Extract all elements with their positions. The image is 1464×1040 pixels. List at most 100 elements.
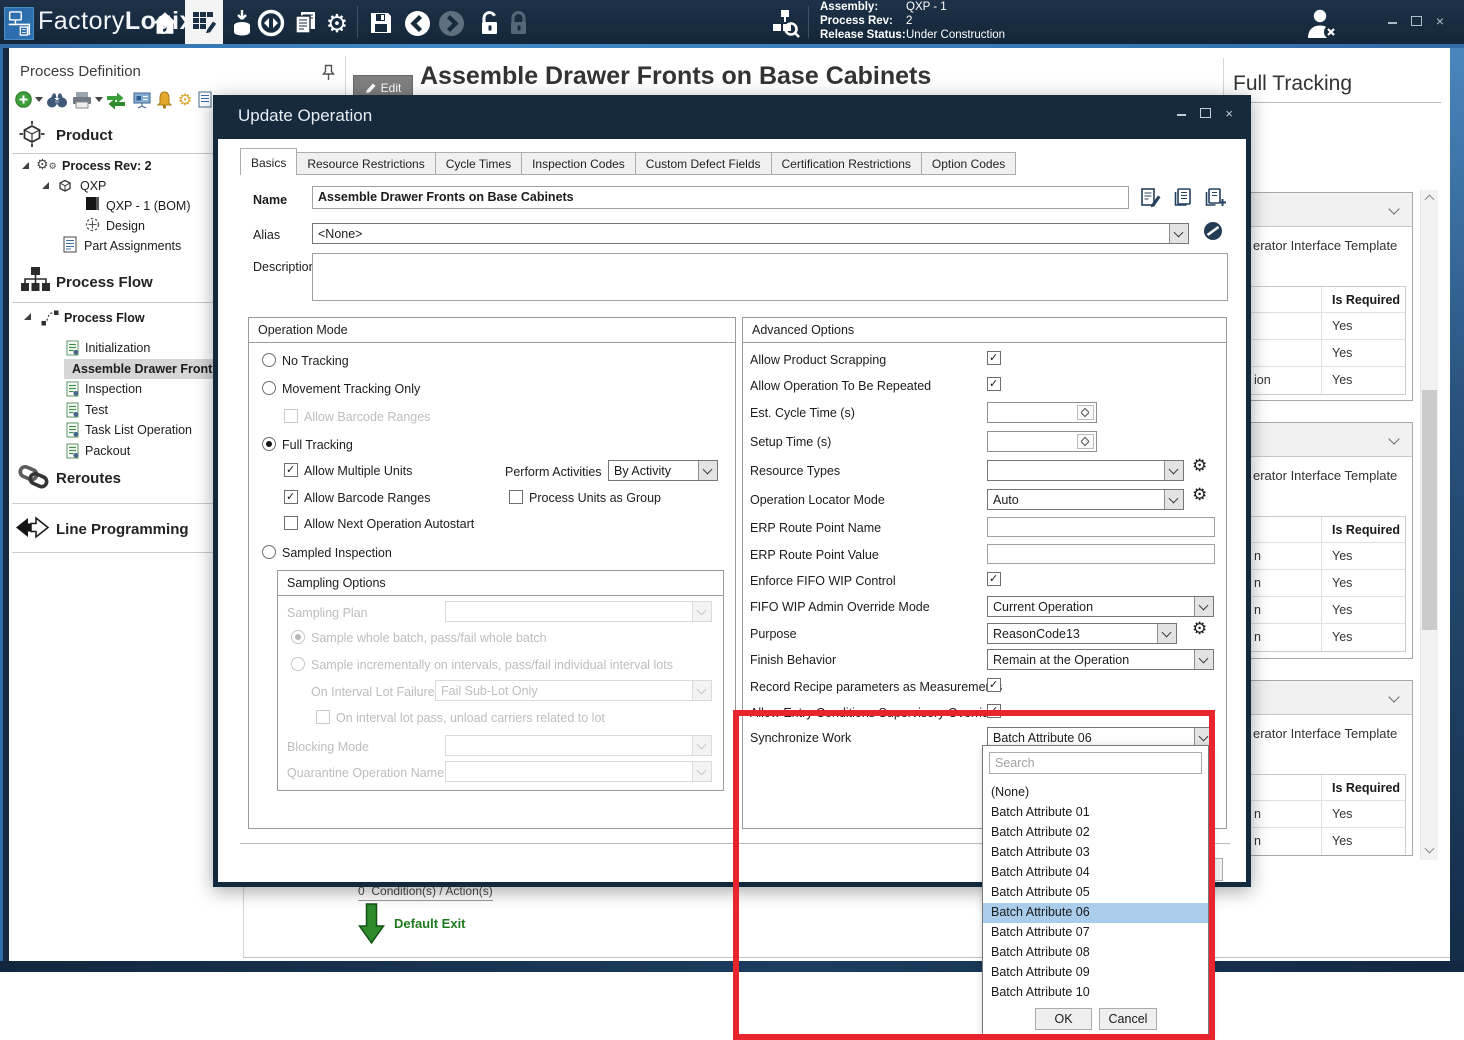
sidebar-section-line-programming[interactable]: Line Programming	[56, 521, 189, 538]
panel-header[interactable]	[1223, 193, 1412, 227]
dialog-tab[interactable]: Cycle Times	[436, 152, 522, 175]
process-flow-search-icon[interactable]	[767, 8, 801, 38]
erp-route-point-value-input[interactable]	[987, 544, 1215, 564]
process-definition-tool-active[interactable]	[185, 0, 223, 44]
window-minimize-button[interactable]	[1382, 12, 1402, 30]
table-row[interactable]: nYes	[1230, 543, 1405, 570]
no-tracking-radio[interactable]	[262, 353, 276, 367]
finish-behavior-combo[interactable]: Remain at the Operation	[987, 649, 1214, 670]
add-icon[interactable]	[14, 90, 32, 108]
find-binoculars-icon[interactable]	[46, 92, 68, 108]
documents-icon[interactable]	[290, 8, 320, 38]
dropdown-item[interactable]: Batch Attribute 04	[983, 863, 1208, 883]
tree-item-process-rev[interactable]: Process Rev: 2	[62, 159, 152, 173]
tree-item-design[interactable]: Design	[106, 219, 145, 233]
dropdown-item[interactable]: Batch Attribute 03	[983, 843, 1208, 863]
allow-product-scrapping-checkbox[interactable]	[987, 351, 1001, 365]
bell-icon[interactable]	[156, 91, 172, 109]
allow-repeat-checkbox[interactable]	[987, 377, 1001, 391]
dropdown-item[interactable]: Batch Attribute 02	[983, 823, 1208, 843]
sidebar-section-product[interactable]: Product	[56, 127, 113, 144]
purpose-gear-icon[interactable]: ⚙	[1192, 621, 1207, 638]
copy-operation-icon[interactable]	[1172, 187, 1193, 213]
settings-gear-icon[interactable]: ⚙	[322, 8, 352, 38]
window-close-button[interactable]: ×	[1430, 12, 1450, 30]
tree-item-bom[interactable]: QXP - 1 (BOM)	[106, 199, 191, 213]
presentation-icon[interactable]	[132, 91, 151, 109]
dropdown-item[interactable]: Batch Attribute 09	[983, 963, 1208, 983]
description-input[interactable]	[312, 253, 1228, 301]
exchange-icon[interactable]	[106, 91, 126, 109]
dialog-tab[interactable]: Option Codes	[922, 152, 1016, 175]
dropdown-item[interactable]: Batch Attribute 07	[983, 923, 1208, 943]
tree-item-flow-root[interactable]: Process Flow	[64, 311, 145, 325]
expander-icon[interactable]	[22, 162, 29, 169]
purpose-combo[interactable]: ReasonCode13	[987, 623, 1177, 644]
print-icon[interactable]	[72, 91, 92, 109]
ok-button[interactable]: OK	[1035, 1008, 1092, 1030]
flow-item[interactable]: Inspection	[64, 379, 213, 400]
dropdown-item[interactable]: Batch Attribute 01	[983, 803, 1208, 823]
table-row[interactable]: nYes	[1230, 624, 1405, 651]
flow-item[interactable]: Assemble Drawer Fronts	[64, 359, 213, 380]
table-row[interactable]: nYes	[1230, 801, 1405, 828]
resource-types-gear-icon[interactable]: ⚙	[1192, 458, 1207, 475]
dropdown-item[interactable]: Batch Attribute 10	[983, 983, 1208, 1003]
movement-tracking-radio[interactable]	[262, 381, 276, 395]
est-cycle-time-spinner[interactable]	[987, 402, 1097, 423]
sampled-inspection-radio[interactable]	[262, 545, 276, 559]
expander-icon[interactable]	[24, 313, 31, 320]
dialog-tab[interactable]: Inspection Codes	[522, 152, 636, 175]
tree-item-part-assignments[interactable]: Part Assignments	[84, 239, 181, 253]
fifo-override-mode-combo[interactable]: Current Operation	[987, 596, 1214, 617]
dropdown-item[interactable]: Batch Attribute 08	[983, 943, 1208, 963]
dialog-tab[interactable]: Custom Defect Fields	[636, 152, 772, 175]
dropdown-search-input[interactable]	[989, 752, 1202, 774]
unlock-icon[interactable]	[474, 8, 504, 38]
flow-item[interactable]: Task List Operation	[64, 420, 213, 441]
sync-transfer-icon[interactable]	[256, 8, 286, 38]
table-row[interactable]: Yes	[1230, 340, 1405, 367]
tree-item-qxp[interactable]: QXP	[80, 179, 106, 193]
allow-multiple-units-checkbox[interactable]	[284, 463, 298, 477]
feeder-setup-icon[interactable]	[227, 8, 257, 38]
setup-time-spinner[interactable]	[987, 431, 1097, 452]
gold-gear-icon[interactable]: ⚙	[176, 90, 194, 108]
cancel-button[interactable]: Cancel	[1099, 1008, 1157, 1030]
table-row[interactable]: nYes	[1230, 570, 1405, 597]
scrollbar-thumb[interactable]	[1422, 390, 1437, 630]
flow-item[interactable]: Packout	[64, 441, 213, 462]
expander-icon[interactable]	[42, 182, 49, 189]
add-dropdown-caret-icon[interactable]	[35, 97, 43, 102]
panel-header[interactable]	[1223, 423, 1412, 457]
record-recipe-checkbox[interactable]	[987, 678, 1001, 692]
user-logout-icon[interactable]	[1303, 8, 1341, 38]
panel-header[interactable]	[1223, 681, 1412, 715]
rename-operations-icon[interactable]	[1140, 187, 1161, 213]
alias-combo[interactable]: <None>	[312, 223, 1189, 244]
dropdown-item[interactable]: Batch Attribute 06	[983, 903, 1208, 923]
dialog-close-button[interactable]: ×	[1225, 106, 1233, 121]
dialog-minimize-button[interactable]	[1177, 106, 1186, 121]
operation-locator-mode-combo[interactable]: Auto	[987, 489, 1184, 510]
default-exit-label[interactable]: Default Exit	[394, 916, 466, 931]
entry-conditions-override-checkbox[interactable]	[987, 704, 1001, 718]
flow-item[interactable]: Initialization	[64, 338, 213, 359]
flow-item[interactable]: Test	[64, 400, 213, 421]
dialog-tab[interactable]: Resource Restrictions	[297, 152, 435, 175]
table-row[interactable]: Yes	[1230, 313, 1405, 340]
dialog-tab[interactable]: Certification Restrictions	[772, 152, 922, 175]
table-row[interactable]: ionYes	[1230, 367, 1405, 394]
full-tracking-radio[interactable]	[262, 437, 276, 451]
allow-next-autostart-checkbox[interactable]	[284, 516, 298, 530]
copy-add-operation-icon[interactable]	[1204, 187, 1227, 213]
dialog-maximize-button[interactable]	[1200, 106, 1211, 121]
perform-activities-combo[interactable]: By Activity	[608, 460, 718, 481]
print-dropdown-caret-icon[interactable]	[95, 97, 103, 102]
dialog-tab[interactable]: Basics	[240, 148, 297, 175]
dialog-title-bar[interactable]: Update Operation ×	[213, 95, 1251, 139]
process-units-group-checkbox[interactable]	[509, 490, 523, 504]
erp-route-point-name-input[interactable]	[987, 517, 1215, 537]
save-icon[interactable]	[366, 8, 396, 38]
dropdown-item[interactable]: Batch Attribute 05	[983, 883, 1208, 903]
